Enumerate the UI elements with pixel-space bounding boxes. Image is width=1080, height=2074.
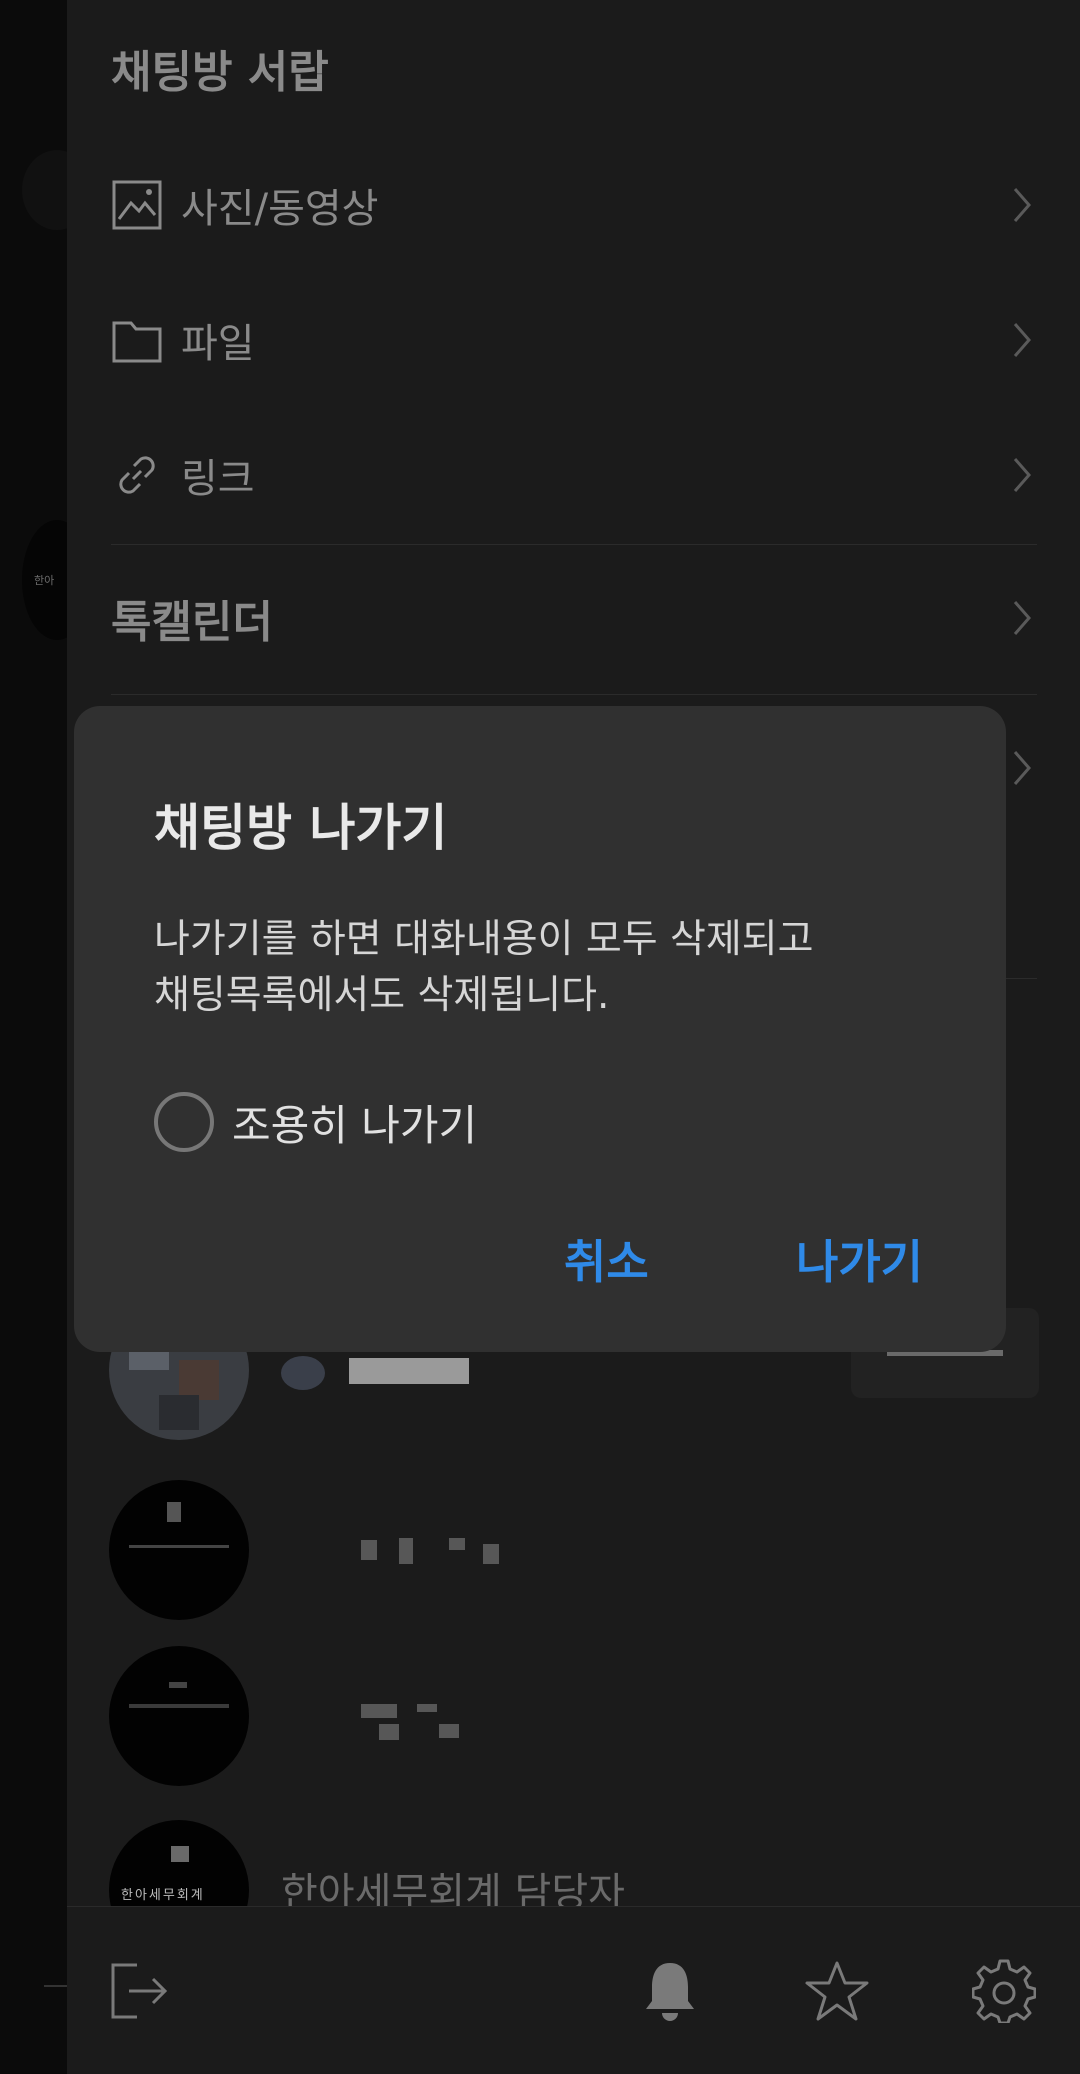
dialog-message-line: 채팅목록에서도 삭제됩니다. (154, 973, 610, 1018)
leave-button[interactable]: 나가기 (796, 1226, 923, 1292)
quiet-leave-label: 조용히 나가기 (232, 1100, 478, 1150)
leave-chatroom-dialog: 채팅방 나가기 나가기를 하면 대화내용이 모두 삭제되고 채팅목록에서도 삭제… (74, 706, 1006, 1352)
cancel-button[interactable]: 취소 (564, 1226, 649, 1292)
quiet-leave-option[interactable]: 조용히 나가기 (154, 1088, 477, 1156)
quiet-leave-radio[interactable] (154, 1092, 214, 1152)
dialog-message: 나가기를 하면 대화내용이 모두 삭제되고 채팅목록에서도 삭제됩니다. (154, 912, 934, 1024)
dialog-title: 채팅방 나가기 (154, 799, 448, 857)
dialog-message-line: 나가기를 하면 대화내용이 모두 삭제되고 (154, 917, 814, 962)
